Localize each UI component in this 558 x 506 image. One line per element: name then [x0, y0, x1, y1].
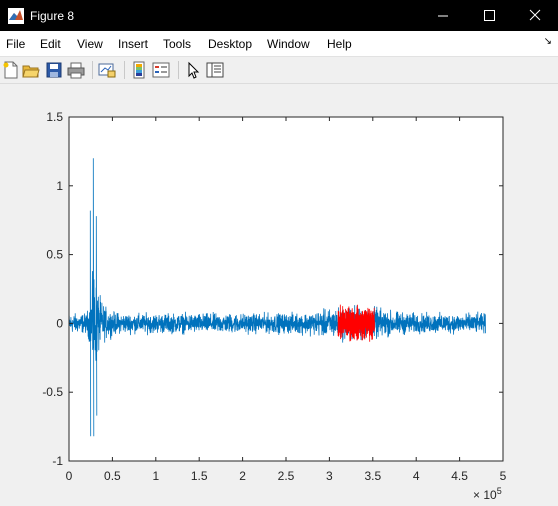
menu-dock-arrow-icon[interactable]: ↘: [544, 36, 552, 47]
minimize-icon: [438, 15, 448, 17]
x-tick-label: 4.5: [451, 469, 468, 483]
axes-background: [69, 117, 503, 461]
new-figure-icon[interactable]: [2, 61, 20, 79]
maximize-button[interactable]: [466, 0, 512, 31]
x-tick-label: 2: [239, 469, 246, 483]
toolbar-separator: [124, 61, 125, 79]
x-tick-label: 1.5: [191, 469, 208, 483]
y-tick-label: -1: [52, 454, 63, 468]
insert-legend-icon[interactable]: [152, 61, 170, 79]
minimize-button[interactable]: [420, 0, 466, 31]
link-plot-icon[interactable]: [98, 61, 116, 79]
matlab-icon: [8, 8, 24, 24]
x-tick-label: 4: [413, 469, 420, 483]
x-tick-label: 3.5: [364, 469, 381, 483]
y-tick-label: 1: [56, 179, 63, 193]
x-axis-multiplier: × 105: [473, 486, 502, 502]
print-icon[interactable]: [67, 61, 85, 79]
y-tick-label: -0.5: [42, 385, 63, 399]
x-tick-label: 3: [326, 469, 333, 483]
menu-desktop[interactable]: Desktop: [208, 37, 252, 51]
save-icon[interactable]: [45, 61, 63, 79]
menu-tools[interactable]: Tools: [163, 37, 191, 51]
y-tick-label: 0.5: [46, 248, 63, 262]
menu-insert[interactable]: Insert: [118, 37, 148, 51]
x-tick-label: 0: [66, 469, 73, 483]
x-tick-label: 1: [152, 469, 159, 483]
menu-bar: File Edit View Insert Tools Desktop Wind…: [0, 31, 558, 57]
plot-canvas[interactable]: 0 0.5 1 1.5 2 2.5 3 3.5 4 4.5 5 1.5 1 0.5 0 -0.5 -1 × 10…: [0, 84, 558, 506]
open-file-icon[interactable]: [22, 61, 40, 79]
x-tick-label: 0.5: [104, 469, 121, 483]
x-tick-label: 5: [500, 469, 507, 483]
toolbar: [0, 57, 558, 84]
menu-edit[interactable]: Edit: [40, 37, 61, 51]
window-title: Figure 8: [30, 9, 75, 23]
menu-window[interactable]: Window: [267, 37, 310, 51]
toolbar-separator: [92, 61, 93, 79]
maximize-icon: [484, 10, 495, 21]
figure-window: Figure 8 File Edit View Insert Tools Des…: [0, 0, 558, 506]
menu-help[interactable]: Help: [327, 37, 352, 51]
close-button[interactable]: [512, 0, 558, 31]
menu-file[interactable]: File: [6, 37, 25, 51]
y-tick-label: 1.5: [46, 110, 63, 124]
edit-plot-arrow-icon[interactable]: [184, 61, 202, 79]
insert-colorbar-icon[interactable]: [130, 61, 148, 79]
close-icon: [529, 9, 541, 21]
title-bar[interactable]: Figure 8: [0, 0, 558, 31]
x-tick-label: 2.5: [278, 469, 295, 483]
menu-view[interactable]: View: [77, 37, 103, 51]
toolbar-separator: [178, 61, 179, 79]
y-tick-label: 0: [56, 316, 63, 330]
property-inspector-icon[interactable]: [206, 61, 224, 79]
figure-area: 0 0.5 1 1.5 2 2.5 3 3.5 4 4.5 5 1.5 1 0.5 0 -0.5 -1 × 10…: [0, 84, 558, 506]
